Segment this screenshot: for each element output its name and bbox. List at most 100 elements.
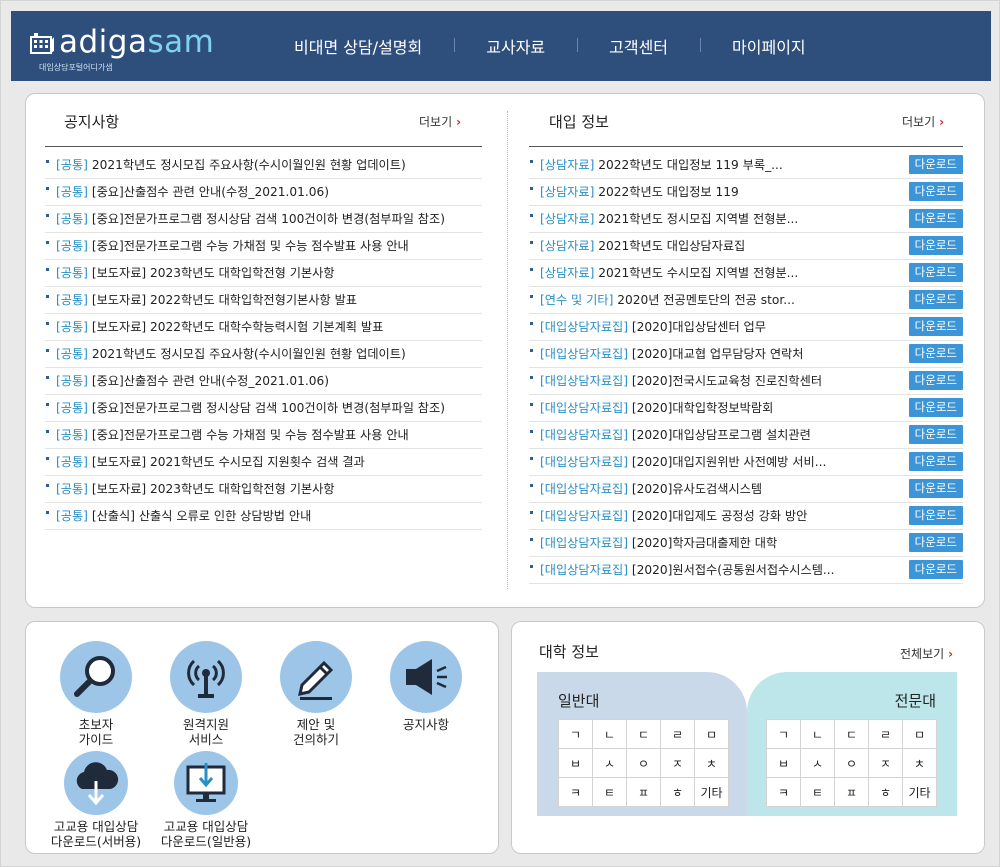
admission-item[interactable]: [상담자료] 2022학년도 대입정보 119 부록_... 다운로드 — [529, 152, 963, 179]
quicklink-download-server[interactable]: 고교용 대입상담 다운로드(서버용) — [41, 751, 151, 849]
notice-item[interactable]: [공통] [중요]전문가프로그램 수능 가채점 및 수능 점수발표 사용 안내 — [45, 422, 482, 449]
menu-my-page[interactable]: 마이페이지 — [700, 34, 838, 58]
consonant-cell[interactable]: ㅋ — [766, 777, 801, 807]
admission-item[interactable]: [대입상담자료집] [2020]대학입학정보박람회 다운로드 — [529, 395, 963, 422]
consonant-cell[interactable]: ㅋ — [558, 777, 593, 807]
download-button[interactable]: 다운로드 — [908, 263, 963, 282]
admission-item[interactable]: [상담자료] 2022학년도 대입정보 119 다운로드 — [529, 179, 963, 206]
download-button[interactable]: 다운로드 — [908, 452, 963, 471]
admission-tag: [상담자료] — [540, 158, 595, 172]
logo[interactable]: adigasam 대입상담포털어디가샘 — [29, 24, 219, 72]
notice-tag: [공통] — [56, 455, 88, 469]
notice-title: [보도자료] 2023학년도 대학입학전형 기본사항 — [91, 482, 335, 496]
notice-item[interactable]: [공통] [중요]전문가프로그램 정시상담 검색 100건이하 변경(첨부파일 … — [45, 395, 482, 422]
consonant-cell[interactable]: ㅌ — [592, 777, 627, 807]
consonant-cell[interactable]: ㅊ — [694, 748, 729, 778]
quicklink-download-general[interactable]: 고교용 대입상담 다운로드(일반용) — [151, 751, 261, 849]
consonant-cell[interactable]: ㄴ — [800, 719, 835, 749]
menu-customer-center[interactable]: 고객센터 — [577, 34, 700, 58]
admission-item[interactable]: [대입상담자료집] [2020]대교협 업무담당자 연락처 다운로드 — [529, 341, 963, 368]
university-more-link[interactable]: 전체보기 › — [900, 645, 953, 662]
download-button[interactable]: 다운로드 — [908, 209, 963, 228]
consonant-cell[interactable]: ㅂ — [558, 748, 593, 778]
consonant-cell[interactable]: ㅎ — [868, 777, 903, 807]
logo-text: adigasam — [59, 24, 215, 60]
admission-item[interactable]: [상담자료] 2021학년도 정시모집 지역별 전형분... 다운로드 — [529, 206, 963, 233]
admission-item[interactable]: [상담자료] 2021학년도 대입상담자료집 다운로드 — [529, 233, 963, 260]
university-title: 대학 정보 — [539, 643, 599, 661]
quicklink-remote-support[interactable]: 원격지원 서비스 — [151, 641, 261, 747]
notice-item[interactable]: [공통] [중요]산출점수 관련 안내(수정_2021.01.06) — [45, 368, 482, 395]
consonant-cell[interactable]: ㅎ — [660, 777, 695, 807]
consonant-cell[interactable]: ㅅ — [800, 748, 835, 778]
junior-college-panel: 전문대 ㄱㄴㄷㄹㅁㅂㅅㅇㅈㅊㅋㅌㅍㅎ 기타 — [747, 672, 957, 816]
admission-tag: [대입상담자료집] — [540, 455, 628, 469]
admission-item[interactable]: [대입상담자료집] [2020]대입상담프로그램 설치관련 다운로드 — [529, 422, 963, 449]
consonant-cell[interactable]: ㅈ — [660, 748, 695, 778]
admission-item[interactable]: [대입상담자료집] [2020]유사도검색시스템 다운로드 — [529, 476, 963, 503]
admission-item[interactable]: [연수 및 기타] 2020년 전공멘토단의 전공 stor... 다운로드 — [529, 287, 963, 314]
notice-item[interactable]: [공통] 2021학년도 정시모집 주요사항(수시이월인원 현황 업데이트) — [45, 341, 482, 368]
admission-item[interactable]: [대입상담자료집] [2020]전국시도교육청 진로진학센터 다운로드 — [529, 368, 963, 395]
download-button[interactable]: 다운로드 — [908, 344, 963, 363]
admission-item[interactable]: [상담자료] 2021학년도 수시모집 지역별 전형분... 다운로드 — [529, 260, 963, 287]
admission-item[interactable]: [대입상담자료집] [2020]대입상담센터 업무 다운로드 — [529, 314, 963, 341]
admission-item[interactable]: [대입상담자료집] [2020]원서접수(공통원서접수시스템... 다운로드 — [529, 557, 963, 584]
download-button[interactable]: 다운로드 — [908, 290, 963, 309]
download-button[interactable]: 다운로드 — [908, 236, 963, 255]
download-button[interactable]: 다운로드 — [908, 182, 963, 201]
admission-title: [2020]대입제도 공정성 강화 방안 — [631, 509, 808, 523]
quicklink-suggestion[interactable]: 제안 및 건의하기 — [261, 641, 371, 747]
admission-more-link[interactable]: 더보기 › — [902, 113, 944, 130]
download-button[interactable]: 다운로드 — [908, 371, 963, 390]
consonant-cell[interactable]: 기타 — [902, 777, 937, 807]
notice-item[interactable]: [공통] 2021학년도 정시모집 주요사항(수시이월인원 현황 업데이트) — [45, 152, 482, 179]
download-button[interactable]: 다운로드 — [908, 479, 963, 498]
admission-tag: [상담자료] — [540, 266, 595, 280]
notice-item[interactable]: [공통] [중요]산출점수 관련 안내(수정_2021.01.06) — [45, 179, 482, 206]
download-button[interactable]: 다운로드 — [908, 155, 963, 174]
consonant-cell[interactable]: ㄹ — [868, 719, 903, 749]
consonant-cell[interactable]: ㅁ — [902, 719, 937, 749]
consonant-cell[interactable]: ㅂ — [766, 748, 801, 778]
consonant-cell[interactable]: ㄷ — [834, 719, 869, 749]
download-button[interactable]: 다운로드 — [908, 317, 963, 336]
download-button[interactable]: 다운로드 — [908, 560, 963, 579]
consonant-cell[interactable]: ㅌ — [800, 777, 835, 807]
consonant-cell[interactable]: ㄹ — [660, 719, 695, 749]
consonant-cell[interactable]: ㄴ — [592, 719, 627, 749]
consonant-cell[interactable]: ㄱ — [558, 719, 593, 749]
menu-online-consulting[interactable]: 비대면 상담/설명회 — [276, 34, 454, 58]
consonant-cell[interactable]: ㅇ — [626, 748, 661, 778]
consonant-cell[interactable]: ㅈ — [868, 748, 903, 778]
consonant-cell[interactable]: ㄱ — [766, 719, 801, 749]
consonant-cell[interactable]: 기타 — [694, 777, 729, 807]
download-button[interactable]: 다운로드 — [908, 425, 963, 444]
consonant-cell[interactable]: ㅊ — [902, 748, 937, 778]
quicklink-circle — [280, 641, 352, 713]
admission-item[interactable]: [대입상담자료집] [2020]대입제도 공정성 강화 방안 다운로드 — [529, 503, 963, 530]
notice-item[interactable]: [공통] [보도자료] 2023학년도 대학입학전형 기본사항 — [45, 476, 482, 503]
notice-item[interactable]: [공통] [산출식] 산출식 오류로 인한 상담방법 안내 — [45, 503, 482, 530]
admission-item[interactable]: [대입상담자료집] [2020]학자금대출제한 대학 다운로드 — [529, 530, 963, 557]
consonant-cell[interactable]: ㅍ — [834, 777, 869, 807]
consonant-cell[interactable]: ㄷ — [626, 719, 661, 749]
download-button[interactable]: 다운로드 — [908, 506, 963, 525]
consonant-cell[interactable]: ㅁ — [694, 719, 729, 749]
quicklink-beginner-guide[interactable]: 초보자 가이드 — [41, 641, 151, 747]
consonant-cell[interactable]: ㅍ — [626, 777, 661, 807]
notice-item[interactable]: [공통] [중요]전문가프로그램 정시상담 검색 100건이하 변경(첨부파일 … — [45, 206, 482, 233]
notice-item[interactable]: [공통] [보도자료] 2022학년도 대학수학능력시험 기본계획 발표 — [45, 314, 482, 341]
notice-item[interactable]: [공통] [중요]전문가프로그램 수능 가채점 및 수능 점수발표 사용 안내 — [45, 233, 482, 260]
admission-item[interactable]: [대입상담자료집] [2020]대입지원위반 사전예방 서비... 다운로드 — [529, 449, 963, 476]
notice-item[interactable]: [공통] [보도자료] 2021학년도 수시모집 지원횟수 검색 결과 — [45, 449, 482, 476]
download-button[interactable]: 다운로드 — [908, 398, 963, 417]
notice-item[interactable]: [공통] [보도자료] 2022학년도 대학입학전형기본사항 발표 — [45, 287, 482, 314]
consonant-cell[interactable]: ㅇ — [834, 748, 869, 778]
quicklink-notices[interactable]: 공지사항 — [371, 641, 481, 732]
consonant-cell[interactable]: ㅅ — [592, 748, 627, 778]
download-button[interactable]: 다운로드 — [908, 533, 963, 552]
menu-teacher-materials[interactable]: 교사자료 — [454, 34, 577, 58]
notices-more-link[interactable]: 더보기 › — [419, 113, 461, 130]
notice-item[interactable]: [공통] [보도자료] 2023학년도 대학입학전형 기본사항 — [45, 260, 482, 287]
